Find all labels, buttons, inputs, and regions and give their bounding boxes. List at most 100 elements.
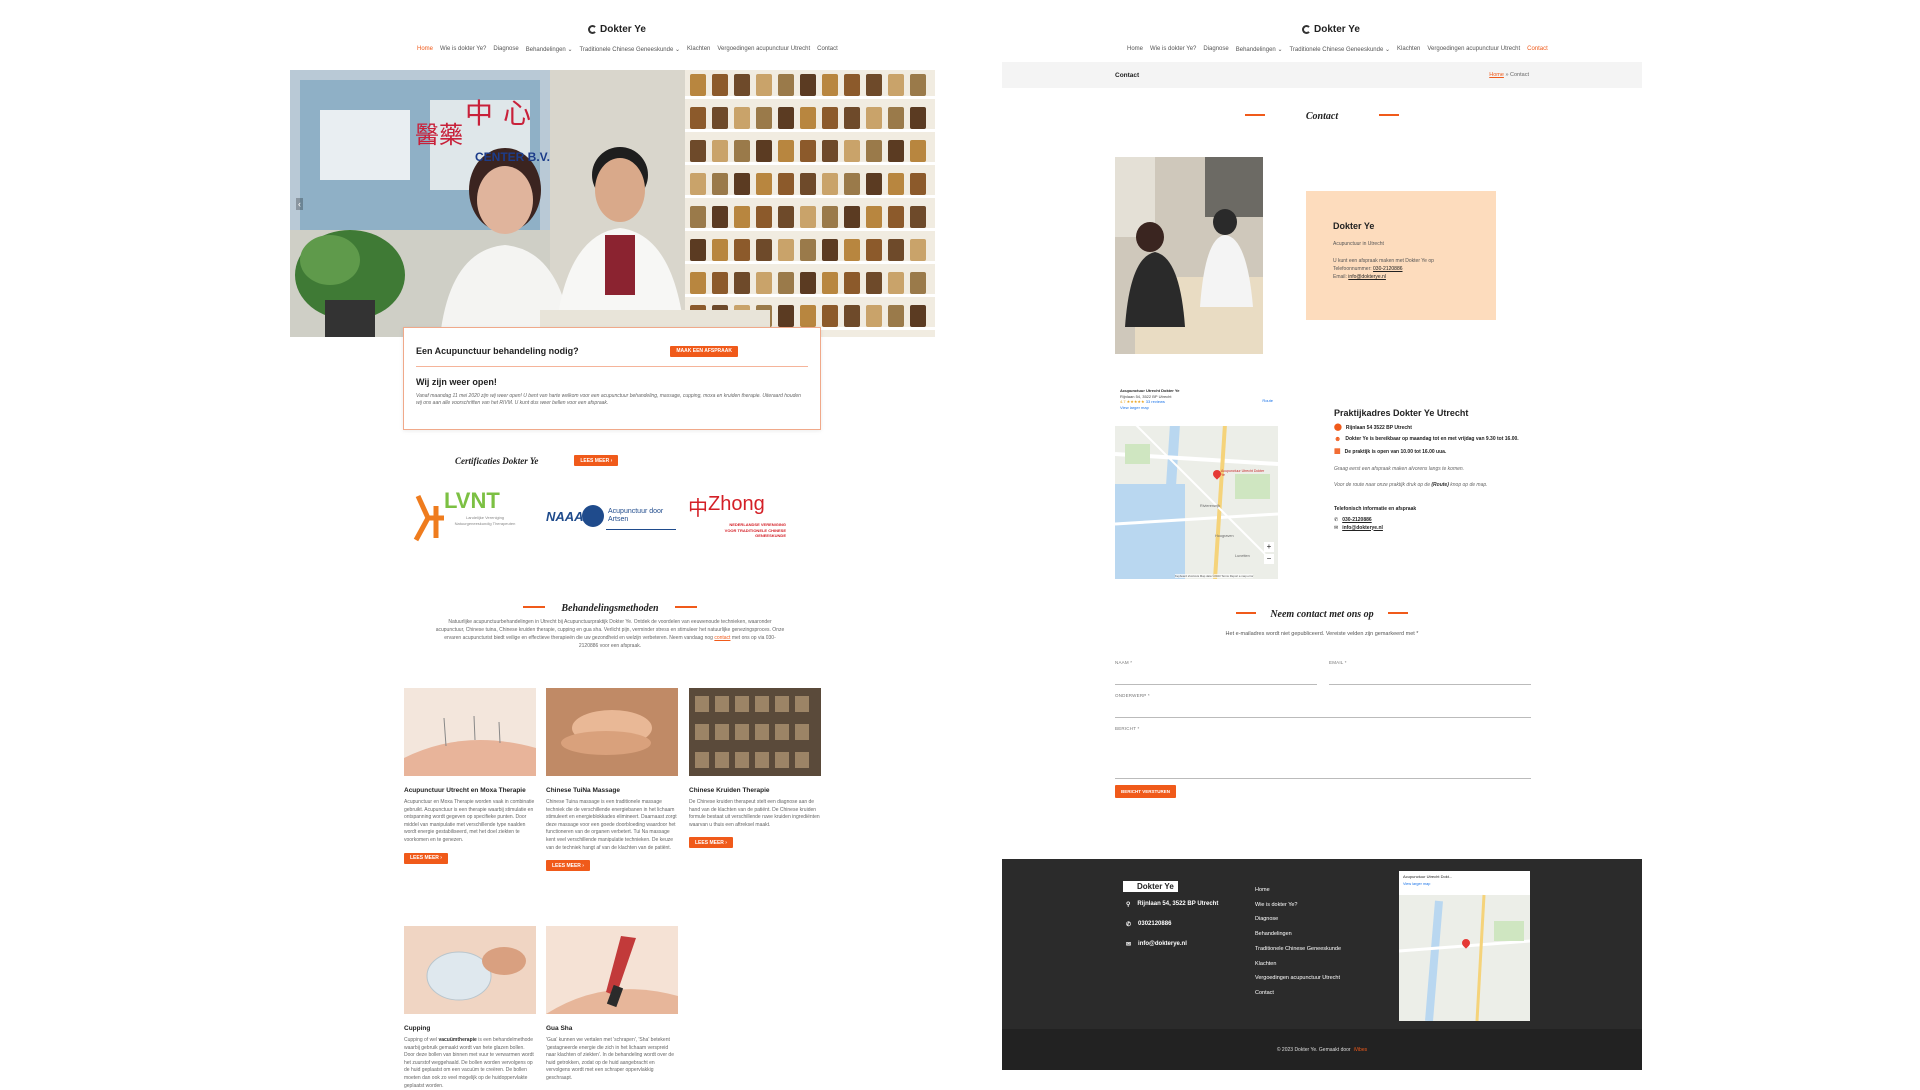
zhong-logo: 中 Zhong NEDERLANDSE VERENIGING VOOR TRAD… — [688, 492, 788, 547]
tile-tuina-button[interactable]: LEES MEER › — [546, 860, 590, 872]
tile-tuina-image — [546, 688, 678, 776]
phone-icon: ✆ — [1334, 516, 1339, 523]
map-zoom-out-button[interactable]: − — [1264, 554, 1274, 564]
nav-vergoedingen[interactable]: Vergoedingen acupunctuur Utrecht — [1427, 46, 1520, 53]
subject-input[interactable] — [1115, 703, 1531, 718]
cert-button-label: LEES MEER — [580, 457, 610, 464]
footer-logo[interactable]: Dokter Ye — [1123, 881, 1178, 892]
title-dash-left — [1235, 611, 1256, 614]
footer-link-vergoedingen[interactable]: Vergoedingen acupunctuur Utrecht — [1255, 971, 1341, 986]
logo-icon — [1127, 883, 1134, 890]
breadcrumb-home[interactable]: Home — [1489, 72, 1504, 78]
zhong-text: Zhong — [708, 493, 765, 515]
tile-acupunctuur-button[interactable]: LEES MEER › — [404, 852, 448, 864]
name-input[interactable] — [1115, 670, 1317, 685]
map-larger-link[interactable]: View larger map — [1120, 405, 1273, 411]
footer-link-diagnose[interactable]: Diagnose — [1255, 912, 1341, 927]
make-appointment-button[interactable]: MAAK EEN AFSPRAAK — [670, 345, 738, 357]
nav-diagnose[interactable]: Diagnose — [1203, 46, 1228, 53]
tile-acupunctuur-text: Acupunctuur en Moxa Therapie worden vaak… — [404, 799, 535, 843]
footer-map-larger-link[interactable]: View larger map — [1403, 882, 1430, 886]
consultation-photo — [1115, 157, 1263, 354]
nav-wie-is-dokter-ye[interactable]: Wie is dokter Ye? — [1150, 46, 1196, 53]
tel-info-title: Telefonisch informatie en afspraak — [1334, 505, 1417, 512]
tile-cupping-image — [404, 926, 536, 1014]
mail-link[interactable]: info@dokterye.nl — [1342, 524, 1383, 532]
page-title: Contact — [1115, 71, 1140, 79]
tile-kruiden-button-label: LEES MEER — [695, 839, 724, 846]
nav-tcg[interactable]: Traditionele Chinese Geneeskunde ⌄ — [1289, 46, 1390, 53]
nav-klachten[interactable]: Klachten — [1397, 46, 1420, 53]
message-input[interactable] — [1115, 731, 1531, 779]
copyright-link[interactable]: iVibes — [1354, 1047, 1368, 1053]
route-note-a: Voor de route naar onze praktijk druk op… — [1334, 481, 1430, 488]
map-area-label: Lunetten — [1235, 554, 1250, 558]
info-name: Dokter Ye — [1333, 221, 1375, 231]
nav-home[interactable]: Home — [1127, 46, 1143, 53]
hero-sign-1: 中心 — [465, 97, 542, 130]
nav-behandelingen[interactable]: Behandelingen ⌄ — [1236, 46, 1283, 53]
methods-intro: Natuurlijke acupunctuurbehandelingen in … — [435, 618, 785, 650]
tel-link[interactable]: 030-2120886 — [1342, 516, 1371, 524]
footer-email[interactable]: info@dokterye.nl — [1138, 941, 1187, 948]
tel-row: ✆ 030-2120886 — [1334, 516, 1534, 524]
nav-klachten[interactable]: Klachten — [687, 46, 710, 53]
map-reviews[interactable]: 33 reviews — [1146, 399, 1165, 404]
footer-link-home[interactable]: Home — [1255, 883, 1341, 898]
footer-email-row: ✉ info@dokterye.nl — [1126, 941, 1187, 948]
tile-tuina-title: Chinese TuiNa Massage — [546, 787, 620, 794]
tile-kruiden-button[interactable]: LEES MEER › — [689, 837, 733, 849]
name-field-wrap: NAAM * — [1115, 660, 1317, 685]
map-zoom-in-button[interactable]: + — [1264, 542, 1274, 552]
clinic-photo-illustration — [290, 70, 935, 337]
site-logo-contact[interactable]: Dokter Ye — [1302, 24, 1360, 35]
footer-link-behandelingen[interactable]: Behandelingen — [1255, 927, 1341, 942]
nav-diagnose[interactable]: Diagnose — [493, 46, 518, 53]
home-page-screenshot: Dokter Ye Home Wie is dokter Ye? Diagnos… — [290, 0, 935, 1089]
hero-sign-2: 醫藥 — [415, 121, 463, 149]
nav-contact[interactable]: Contact — [1527, 46, 1548, 53]
slider-prev-icon[interactable]: ‹ — [296, 198, 303, 210]
cupping-text-bold: vacuümtherapie — [438, 1037, 477, 1043]
address-hours1: Dokter Ye is bereikbaar op maandag tot e… — [1345, 436, 1519, 442]
certifications-title: Certificaties Dokter Ye — [455, 455, 539, 466]
footer-link-contact[interactable]: Contact — [1255, 986, 1341, 1001]
footer-logo-text: Dokter Ye — [1137, 882, 1174, 891]
nav-tcg[interactable]: Traditionele Chinese Geneeskunde ⌄ — [579, 46, 680, 53]
contact-page-screenshot: Dokter Ye Home Wie is dokter Ye? Diagnos… — [1002, 0, 1642, 1080]
info-phone-link[interactable]: 030-2120886 — [1373, 266, 1402, 272]
footer-link-tcg[interactable]: Traditionele Chinese Geneeskunde — [1255, 942, 1341, 957]
herbs-photo — [689, 688, 821, 776]
card-title: Een Acupunctuur behandeling nodig? — [416, 346, 579, 356]
mail-row: ✉ info@dokterye.nl — [1334, 524, 1534, 532]
nav-contact[interactable]: Contact — [817, 46, 838, 53]
info-email-link[interactable]: info@dokterye.nl — [1348, 274, 1386, 280]
tile-guasha-title: Gua Sha — [546, 1025, 573, 1032]
subject-label: ONDERWERP * — [1115, 693, 1150, 698]
site-logo[interactable]: Dokter Ye — [588, 24, 646, 35]
map-area-label: Rivierenwijk — [1200, 504, 1221, 508]
nav-vergoedingen[interactable]: Vergoedingen acupunctuur Utrecht — [717, 46, 810, 53]
email-field-wrap: EMAIL * — [1329, 660, 1531, 685]
footer-map[interactable]: Acupunctuur Utrecht Dokt... View larger … — [1399, 871, 1530, 1021]
phone-icon: ✆ — [1126, 922, 1132, 928]
map-route-button[interactable]: Route — [1262, 398, 1273, 404]
footer-link-wie[interactable]: Wie is dokter Ye? — [1255, 898, 1341, 913]
person-icon: ☻ — [1334, 436, 1342, 443]
nav-wie-is-dokter-ye[interactable]: Wie is dokter Ye? — [440, 46, 486, 53]
cupping-photo — [404, 926, 536, 1014]
site-footer: Dokter Ye ⚲ Rijnlaan 54, 3522 BP Utrecht… — [1002, 859, 1642, 1070]
nav-home[interactable]: Home — [417, 46, 433, 53]
certifications-read-more-button[interactable]: LEES MEER › — [574, 455, 619, 466]
methods-contact-link[interactable]: contact — [714, 635, 730, 641]
footer-link-klachten[interactable]: Klachten — [1255, 957, 1341, 972]
route-note-b: knop op de map. — [1450, 481, 1488, 488]
main-nav-contact: Home Wie is dokter Ye? Diagnose Behandel… — [1127, 46, 1548, 53]
google-map[interactable]: Acupunctuur Utrecht Dokter Ye Rijnlaan 5… — [1115, 384, 1278, 579]
email-input[interactable] — [1329, 670, 1531, 685]
methods-title: Behandelingsmethoden — [561, 603, 659, 614]
submit-button[interactable]: BERICHT VERSTUREN — [1115, 785, 1177, 798]
footer-phone[interactable]: 0302120886 — [1138, 921, 1171, 928]
main-nav: Home Wie is dokter Ye? Diagnose Behandel… — [417, 46, 838, 53]
nav-behandelingen[interactable]: Behandelingen ⌄ — [526, 46, 573, 53]
